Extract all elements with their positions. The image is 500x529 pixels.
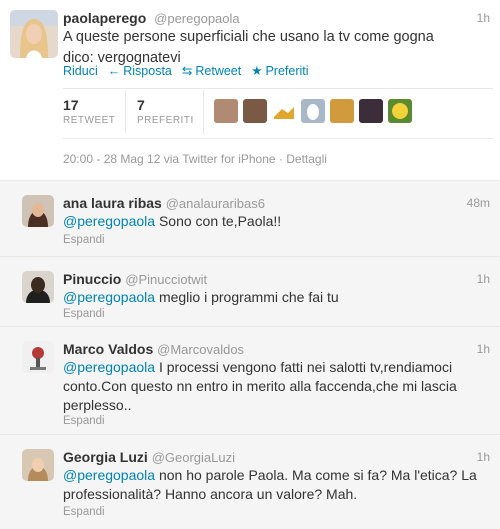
avatar-photo: [22, 449, 54, 481]
reply-item[interactable]: ana laura ribas @analauraribas6 48m @per…: [0, 180, 500, 256]
avatar[interactable]: [22, 341, 54, 373]
tweet-time[interactable]: 1h: [477, 11, 490, 25]
reply-body: meglio i programmi che fai tu: [155, 289, 339, 305]
reply-author-handle[interactable]: @GeorgiaLuzi: [152, 450, 235, 465]
avatar-photo: [10, 10, 58, 58]
reply-time[interactable]: 1h: [477, 450, 490, 464]
collapse-link[interactable]: Riduci: [63, 64, 98, 78]
mention-link[interactable]: @peregopaola: [63, 359, 155, 375]
reply-button[interactable]: ← Risposta: [108, 64, 172, 78]
reply-author-name[interactable]: Marco Valdos: [63, 341, 153, 357]
retweet-count: 17: [63, 97, 79, 113]
replies-list: ana laura ribas @analauraribas6 48m @per…: [0, 180, 500, 529]
retweeter-avatar[interactable]: [272, 99, 296, 123]
reply-time[interactable]: 1h: [477, 342, 490, 356]
reply-item[interactable]: Pinuccio @Pinucciotwit 1h @peregopaola m…: [0, 256, 500, 326]
reply-time[interactable]: 1h: [477, 272, 490, 286]
author-handle[interactable]: @peregopaola: [154, 11, 239, 26]
reply-author-name[interactable]: Georgia Luzi: [63, 449, 148, 465]
reply-header: Marco Valdos @Marcovaldos: [63, 341, 244, 357]
retweeter-avatar-image: [274, 107, 294, 119]
favorites-label: PREFERITI: [137, 115, 194, 126]
reply-header: Pinuccio @Pinucciotwit: [63, 271, 207, 287]
retweeter-avatar-image: [307, 104, 319, 120]
reply-item[interactable]: Georgia Luzi @GeorgiaLuzi 1h @peregopaol…: [0, 434, 500, 529]
retweeter-avatar[interactable]: [359, 99, 383, 123]
expand-link[interactable]: Espandi: [63, 415, 105, 427]
expand-link[interactable]: Espandi: [63, 234, 105, 246]
avatar[interactable]: [22, 195, 54, 227]
retweeter-avatar[interactable]: [243, 99, 267, 123]
reply-body: Sono con te,Paola!!: [155, 213, 282, 229]
reply-text: @peregopaola Sono con te,Paola!!: [63, 212, 488, 231]
retweeter-avatar[interactable]: [214, 99, 238, 123]
reply-item[interactable]: Marco Valdos @Marcovaldos 1h @peregopaol…: [0, 326, 500, 434]
avatar[interactable]: [22, 271, 54, 303]
avatar-photo: [22, 341, 54, 373]
stats-bottom-divider: [63, 138, 493, 139]
reply-icon: ←: [107, 63, 121, 78]
reply-time[interactable]: 48m: [467, 196, 490, 210]
reply-text: @peregopaola non ho parole Paola. Ma com…: [63, 466, 488, 504]
tweet-actions: Riduci ← Risposta ⇆ Retweet ★ Preferiti: [63, 63, 309, 79]
reply-text: @peregopaola meglio i programmi che fai …: [63, 288, 488, 307]
retweet-label: RETWEET: [63, 115, 116, 126]
favorite-button[interactable]: ★ Preferiti: [251, 63, 308, 78]
favorites-stat[interactable]: 7 PREFERITI: [137, 97, 194, 126]
retweet-stat[interactable]: 17 RETWEET: [63, 97, 115, 126]
reply-author-handle[interactable]: @Marcovaldos: [157, 342, 244, 357]
retweeter-avatar[interactable]: [330, 99, 354, 123]
reply-author-handle[interactable]: @Pinucciotwit: [125, 272, 207, 287]
retweet-button[interactable]: ⇆ Retweet: [182, 63, 241, 78]
avatar[interactable]: [10, 10, 58, 58]
expand-link[interactable]: Espandi: [63, 308, 105, 320]
star-icon: ★: [251, 64, 263, 78]
avatar[interactable]: [22, 449, 54, 481]
avatar-photo: [22, 271, 54, 303]
stats-top-divider: [63, 88, 493, 89]
author-name[interactable]: paolaperego: [63, 10, 146, 26]
stat-divider: [203, 90, 204, 134]
mention-link[interactable]: @peregopaola: [63, 467, 155, 483]
retweeter-avatar-image: [392, 103, 408, 119]
tweet-meta[interactable]: 20:00 - 28 Mag 12 via Twitter for iPhone…: [63, 152, 327, 166]
reply-author-name[interactable]: Pinuccio: [63, 271, 121, 287]
retweeter-avatar[interactable]: [388, 99, 412, 123]
favorites-count: 7: [137, 97, 145, 113]
mention-link[interactable]: @peregopaola: [63, 289, 155, 305]
reply-author-name[interactable]: ana laura ribas: [63, 195, 162, 211]
reply-header: ana laura ribas @analauraribas6: [63, 195, 265, 211]
reply-header: Georgia Luzi @GeorgiaLuzi: [63, 449, 235, 465]
avatar-photo: [22, 195, 54, 227]
expand-link[interactable]: Espandi: [63, 506, 105, 518]
mention-link[interactable]: @peregopaola: [63, 213, 155, 229]
stat-divider: [125, 90, 126, 134]
retweeter-avatar[interactable]: [301, 99, 325, 123]
main-tweet: paolaperego @peregopaola 1h A queste per…: [0, 0, 500, 180]
retweet-icon: ⇆: [181, 64, 193, 78]
reply-text: @peregopaola I processi vengono fatti ne…: [63, 358, 488, 415]
reply-author-handle[interactable]: @analauraribas6: [166, 196, 265, 211]
